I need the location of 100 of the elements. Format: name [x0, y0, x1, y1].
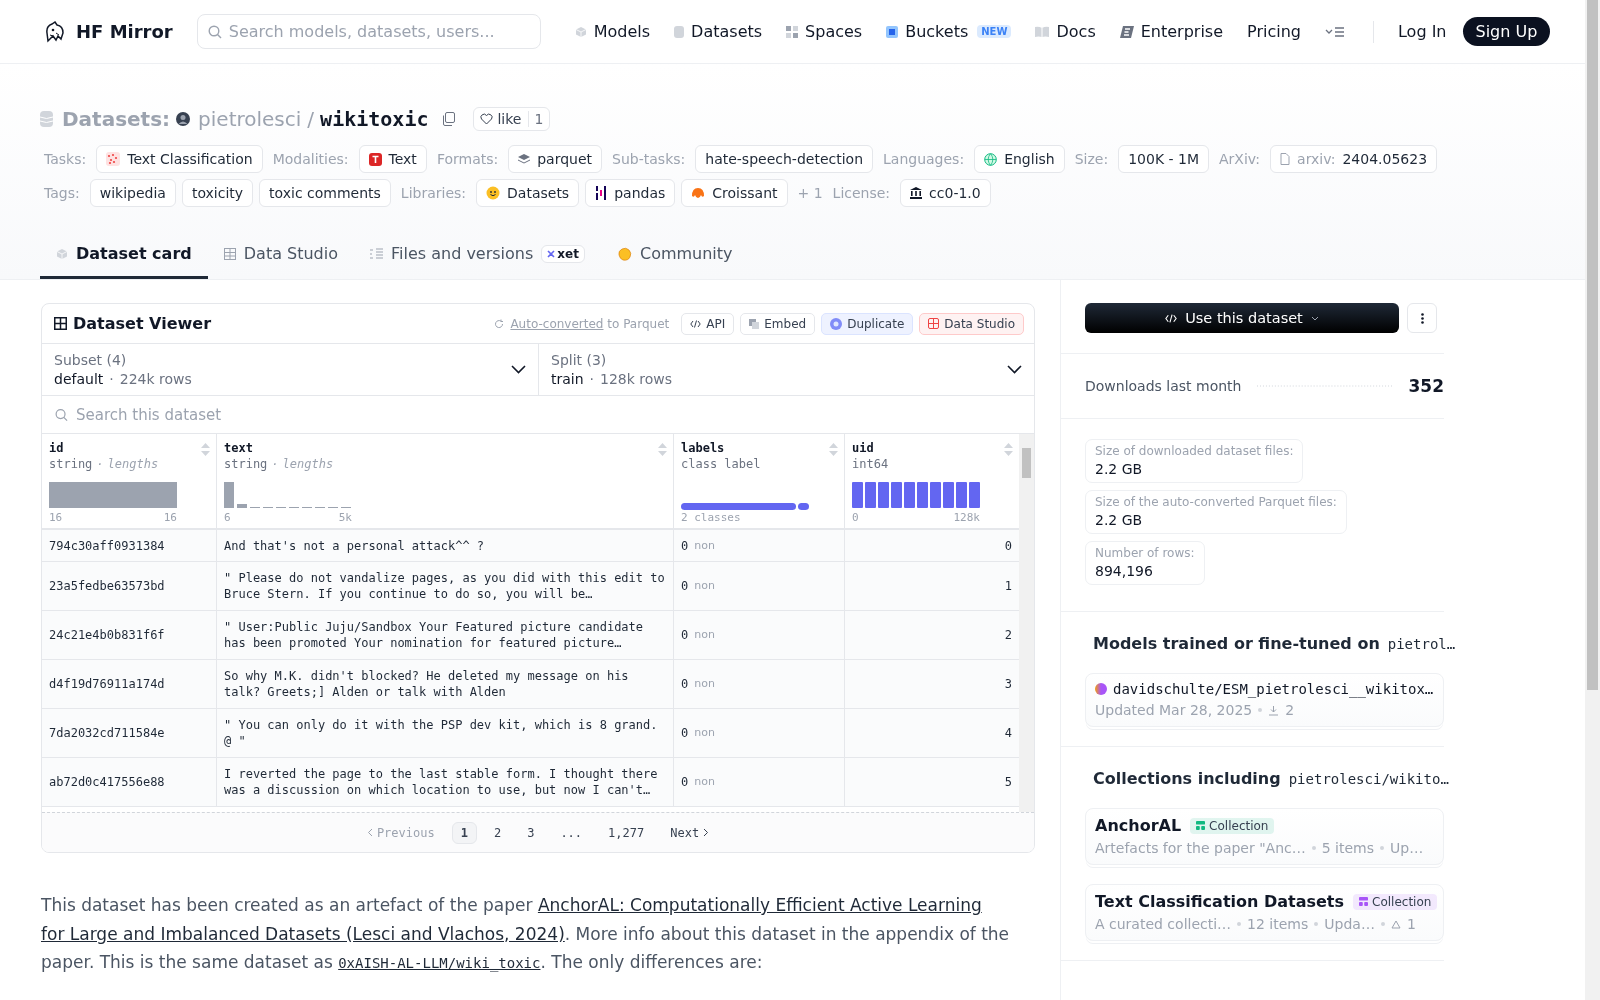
- table-cell: " Please do not vandalize pages, as you did with this edit to Bruce Stern. If you continue to do so, you will be…: [217, 562, 674, 611]
- page-button[interactable]: 1,277: [599, 821, 654, 844]
- paper-link[interactable]: for Large and Imbalanced Datasets (Lesci and Vlachos, 2024): [41, 923, 565, 944]
- tag-chip[interactable]: pandas: [585, 179, 676, 207]
- menu-icon[interactable]: [1325, 25, 1345, 38]
- tag-chip[interactable]: Croissant: [681, 179, 788, 207]
- chevron-right-icon: [703, 828, 710, 837]
- page-button[interactable]: 2: [484, 821, 511, 844]
- heart-icon: [480, 113, 494, 125]
- nav-link[interactable]: Buckets NEW: [886, 22, 1012, 41]
- chevron-down-icon: [1007, 365, 1022, 374]
- tag-chip[interactable]: Datasets: [476, 179, 580, 207]
- tag-chip[interactable]: Text Classification: [96, 145, 263, 173]
- table-icon: [54, 317, 67, 330]
- search-icon: [207, 24, 222, 39]
- nav-link[interactable]: Spaces: [786, 22, 863, 41]
- paper-link[interactable]: AnchorAL: Computationally Efficient Active Learning: [537, 895, 982, 915]
- tag-chip[interactable]: toxic comments: [259, 179, 391, 207]
- column-header[interactable]: id string · lengths 16 16: [42, 434, 217, 530]
- viewer-title: Dataset Viewer: [73, 314, 213, 333]
- tag-chip[interactable]: toxicity: [181, 179, 254, 207]
- bucket-icon: [886, 25, 899, 38]
- nav-link[interactable]: Docs: [1035, 22, 1096, 41]
- tag-chip[interactable]: parquet: [508, 145, 603, 173]
- sign-up-button[interactable]: Sign Up: [1462, 17, 1551, 46]
- grid-icon: [786, 25, 799, 38]
- meta-label: ArXiv:: [1219, 151, 1261, 167]
- dataset-name[interactable]: wikitoxic: [320, 107, 429, 131]
- nav-link[interactable]: Datasets: [674, 22, 763, 41]
- collection-card[interactable]: Text Classification Datasets Collection A curated collecti… 12 items Upda… 1: [1085, 884, 1444, 941]
- cross-icon: [547, 249, 556, 258]
- dataset-link[interactable]: 0xAISH-AL-LLM/wiki_toxic: [338, 955, 541, 971]
- repo-name: pietrolesci/wikito…: [1288, 770, 1449, 787]
- stat-value: 2.2 GB: [1095, 512, 1144, 528]
- tab[interactable]: Data Studio: [207, 234, 354, 279]
- table-cell: 0 non: [674, 758, 845, 807]
- page-button[interactable]: 1: [451, 821, 477, 844]
- text-icon: [368, 152, 382, 166]
- log-in-link[interactable]: Log In: [1398, 22, 1447, 41]
- toolbar-button[interactable]: Embed: [740, 312, 816, 335]
- stat-label: Size of the auto-converted Parquet files:: [1095, 495, 1337, 509]
- downloads-count: 352: [1408, 376, 1444, 396]
- nav-link[interactable]: Models: [574, 22, 651, 41]
- model-card[interactable]: davidschulte/ESM_pietrolesci__wikitox… Updated Mar 28, 2025 2: [1085, 673, 1444, 727]
- toolbar-button[interactable]: Data Studio: [919, 312, 1024, 335]
- table-cell: 0: [845, 530, 1019, 562]
- tag-chip[interactable]: 100K - 1M: [1118, 145, 1209, 173]
- tab[interactable]: Dataset card: [40, 234, 208, 279]
- sort-icon: [829, 443, 838, 456]
- dots-icon: [106, 152, 121, 166]
- search-field[interactable]: Search this dataset: [42, 396, 1034, 434]
- toolbar-button[interactable]: API: [681, 312, 735, 335]
- tag-chip[interactable]: hate-speech-detection: [695, 145, 874, 173]
- search-field[interactable]: Search models, datasets, users...: [196, 14, 541, 49]
- tag-chip[interactable]: Text: [358, 145, 427, 173]
- search-icon: [55, 408, 68, 422]
- page-button[interactable]: 3: [518, 821, 544, 844]
- table-cell: 2: [845, 611, 1019, 660]
- tag-chip[interactable]: wikipedia: [89, 179, 176, 207]
- copy-icon[interactable]: [442, 112, 456, 126]
- grid-icon: [928, 318, 940, 329]
- embed-icon: [749, 318, 760, 329]
- database-icon: [40, 111, 53, 127]
- like-button[interactable]: like 1: [473, 107, 551, 131]
- chevron-left-icon: [366, 828, 373, 837]
- use-dataset-button[interactable]: Use this dataset: [1085, 303, 1399, 333]
- next-button[interactable]: Next: [661, 821, 719, 844]
- tab[interactable]: Files and versions xet: [354, 234, 601, 279]
- nav-link[interactable]: Enterprise: [1119, 22, 1224, 41]
- converted-note: Auto-converted to Parquet: [510, 316, 670, 331]
- toolbar-button[interactable]: Duplicate: [821, 312, 914, 335]
- table-cell: 24c21e4b0b831f6f: [42, 611, 217, 660]
- code-icon: [690, 319, 702, 328]
- meta-label: Modalities:: [272, 151, 349, 167]
- meta-label: Sub-tasks:: [612, 151, 686, 167]
- collection-badge: Collection: [1353, 893, 1438, 910]
- caret-icon: [1310, 315, 1319, 321]
- page-button[interactable]: ...: [551, 821, 592, 844]
- tag-chip[interactable]: arxiv: 2404.05623: [1270, 145, 1438, 173]
- table-icon: [223, 247, 236, 260]
- tag-chip[interactable]: cc0-1.0: [900, 179, 991, 207]
- meta-label: License:: [832, 185, 891, 201]
- table-cell: And that's not a personal attack^^ ?: [217, 530, 674, 562]
- chevron-down-icon: [511, 365, 526, 374]
- meta-label: Libraries:: [400, 185, 467, 201]
- more-icon: [1420, 312, 1424, 324]
- tag-chip[interactable]: English: [974, 145, 1065, 173]
- new-badge: NEW: [977, 25, 1012, 38]
- refresh-icon: [494, 318, 505, 329]
- sort-icon: [201, 443, 210, 456]
- collection-card[interactable]: AnchorAL Collection Artefacts for the paper "Anc… 5 items Up…: [1085, 808, 1444, 865]
- table-cell: " You can only do it with the PSP dev kit, which is 8 grand. @ ": [217, 709, 674, 758]
- layers-icon: [518, 154, 531, 164]
- table-cell: 0 non: [674, 611, 845, 660]
- nav-link[interactable]: Pricing: [1247, 22, 1301, 41]
- stat-label: Number of rows:: [1095, 546, 1195, 560]
- tab[interactable]: Community: [600, 234, 749, 279]
- table-cell: 1: [845, 562, 1019, 611]
- logo-icon: [44, 20, 66, 43]
- table-cell: ab72d0c417556e88: [42, 758, 217, 807]
